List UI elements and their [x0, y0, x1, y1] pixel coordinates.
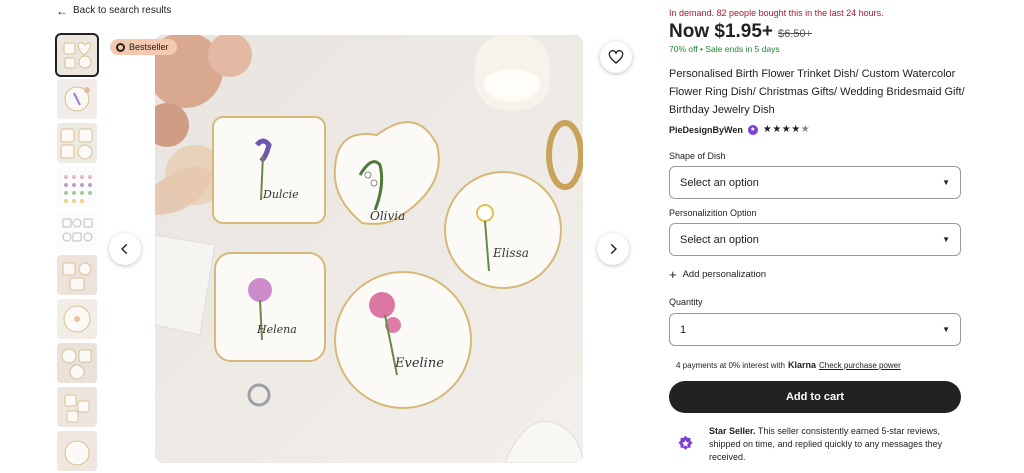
- next-image-button[interactable]: [597, 233, 629, 265]
- dish-name-eveline: Eveline: [394, 356, 444, 371]
- personalization-label: Personalizition Option: [669, 208, 757, 218]
- back-to-search-link[interactable]: ← Back to search results: [56, 3, 172, 18]
- thumbnail-4[interactable]: [57, 167, 97, 207]
- thumbnail-7[interactable]: [57, 299, 97, 339]
- chevron-left-icon: [121, 243, 128, 255]
- heart-icon: [608, 50, 624, 64]
- thumbnail-image: [57, 255, 97, 295]
- product-photo: Dulcie Olivia Elissa Helena Eveline: [155, 35, 583, 463]
- add-personalization-button[interactable]: + Add personalization: [669, 266, 767, 282]
- sale-info: 70% off • Sale ends in 5 days: [669, 44, 780, 54]
- thumbnail-image: [57, 431, 97, 471]
- thumbnail-2[interactable]: [57, 79, 97, 119]
- shape-select[interactable]: Select an option ▼: [669, 166, 961, 199]
- star-seller-notice: Star Seller. This seller consistently ea…: [677, 425, 967, 464]
- discount-percent: 70% off: [669, 44, 698, 54]
- klarna-logo: Klarna: [787, 360, 816, 370]
- favorite-button[interactable]: [600, 41, 632, 73]
- thumbnail-strip: [55, 33, 99, 473]
- caret-down-icon: ▼: [942, 178, 950, 187]
- star-seller-text: Star Seller. This seller consistently ea…: [709, 425, 967, 464]
- klarna-info: 4 payments at 0% interest with Klarna Ch…: [676, 360, 901, 370]
- star-seller-icon: [678, 435, 693, 450]
- thumbnail-5[interactable]: [57, 211, 97, 251]
- thumbnail-8[interactable]: [57, 343, 97, 383]
- thumbnail-image: [57, 211, 97, 251]
- thumbnail-9[interactable]: [57, 387, 97, 427]
- star-seller-title: Star Seller.: [709, 426, 756, 436]
- thumbnail-image: [57, 343, 97, 383]
- thumbnail-image: [57, 299, 97, 339]
- thumbnail-image: [57, 387, 97, 427]
- dish-name-elissa: Elissa: [492, 246, 529, 260]
- badge-label: Bestseller: [129, 42, 169, 52]
- caret-down-icon: ▼: [942, 325, 950, 334]
- caret-down-icon: ▼: [942, 235, 950, 244]
- award-icon: [116, 42, 125, 52]
- dish-name-olivia: Olivia: [370, 209, 405, 223]
- bestseller-badge: Bestseller: [110, 39, 177, 55]
- thumbnail-1[interactable]: [55, 33, 99, 77]
- personalization-select[interactable]: Select an option ▼: [669, 223, 961, 256]
- chevron-right-icon: [610, 243, 617, 255]
- plus-icon: +: [669, 266, 677, 282]
- rating-stars[interactable]: ★★★★★: [763, 124, 810, 135]
- personalization-select-value: Select an option: [680, 233, 759, 246]
- main-product-image: Dulcie Olivia Elissa Helena Eveline: [155, 35, 583, 463]
- thumbnail-image: [57, 79, 97, 119]
- add-to-cart-button[interactable]: Add to cart: [669, 381, 961, 413]
- quantity-select[interactable]: 1 ▼: [669, 313, 961, 346]
- original-price: $6.50+: [778, 28, 812, 40]
- current-price: Now $1.95+: [669, 21, 774, 42]
- shop-info: PieDesignByWen ★ ★★★★★: [669, 124, 810, 135]
- star-seller-icon: ★: [747, 124, 758, 135]
- shop-name[interactable]: PieDesignByWen: [669, 125, 743, 135]
- thumbnail-10[interactable]: [57, 431, 97, 471]
- quantity-label: Quantity: [669, 297, 703, 307]
- price-row: Now $1.95+ $6.50+: [669, 21, 812, 43]
- arrow-left-icon: ←: [56, 3, 68, 18]
- thumbnail-3[interactable]: [57, 123, 97, 163]
- klarna-link[interactable]: Check purchase power: [819, 361, 901, 370]
- thumbnail-6[interactable]: [57, 255, 97, 295]
- demand-notice: In demand. 82 people bought this in the …: [669, 8, 884, 18]
- listing-title: Personalised Birth Flower Trinket Dish/ …: [669, 68, 965, 116]
- shape-label: Shape of Dish: [669, 151, 726, 161]
- back-link-label: Back to search results: [73, 5, 172, 16]
- sale-ends: Sale ends in 5 days: [705, 44, 780, 54]
- thumbnail-image: [57, 167, 97, 207]
- thumbnail-image: [57, 123, 97, 163]
- add-personalization-label: Add personalization: [682, 269, 767, 280]
- quantity-select-value: 1: [680, 323, 687, 336]
- dish-name-dulcie: Dulcie: [262, 188, 299, 201]
- klarna-prefix: 4 payments at 0% interest with: [676, 360, 785, 370]
- shape-select-value: Select an option: [680, 176, 759, 189]
- dish-name-helena: Helena: [256, 323, 297, 336]
- previous-image-button[interactable]: [109, 233, 141, 265]
- thumbnail-image: [57, 35, 97, 75]
